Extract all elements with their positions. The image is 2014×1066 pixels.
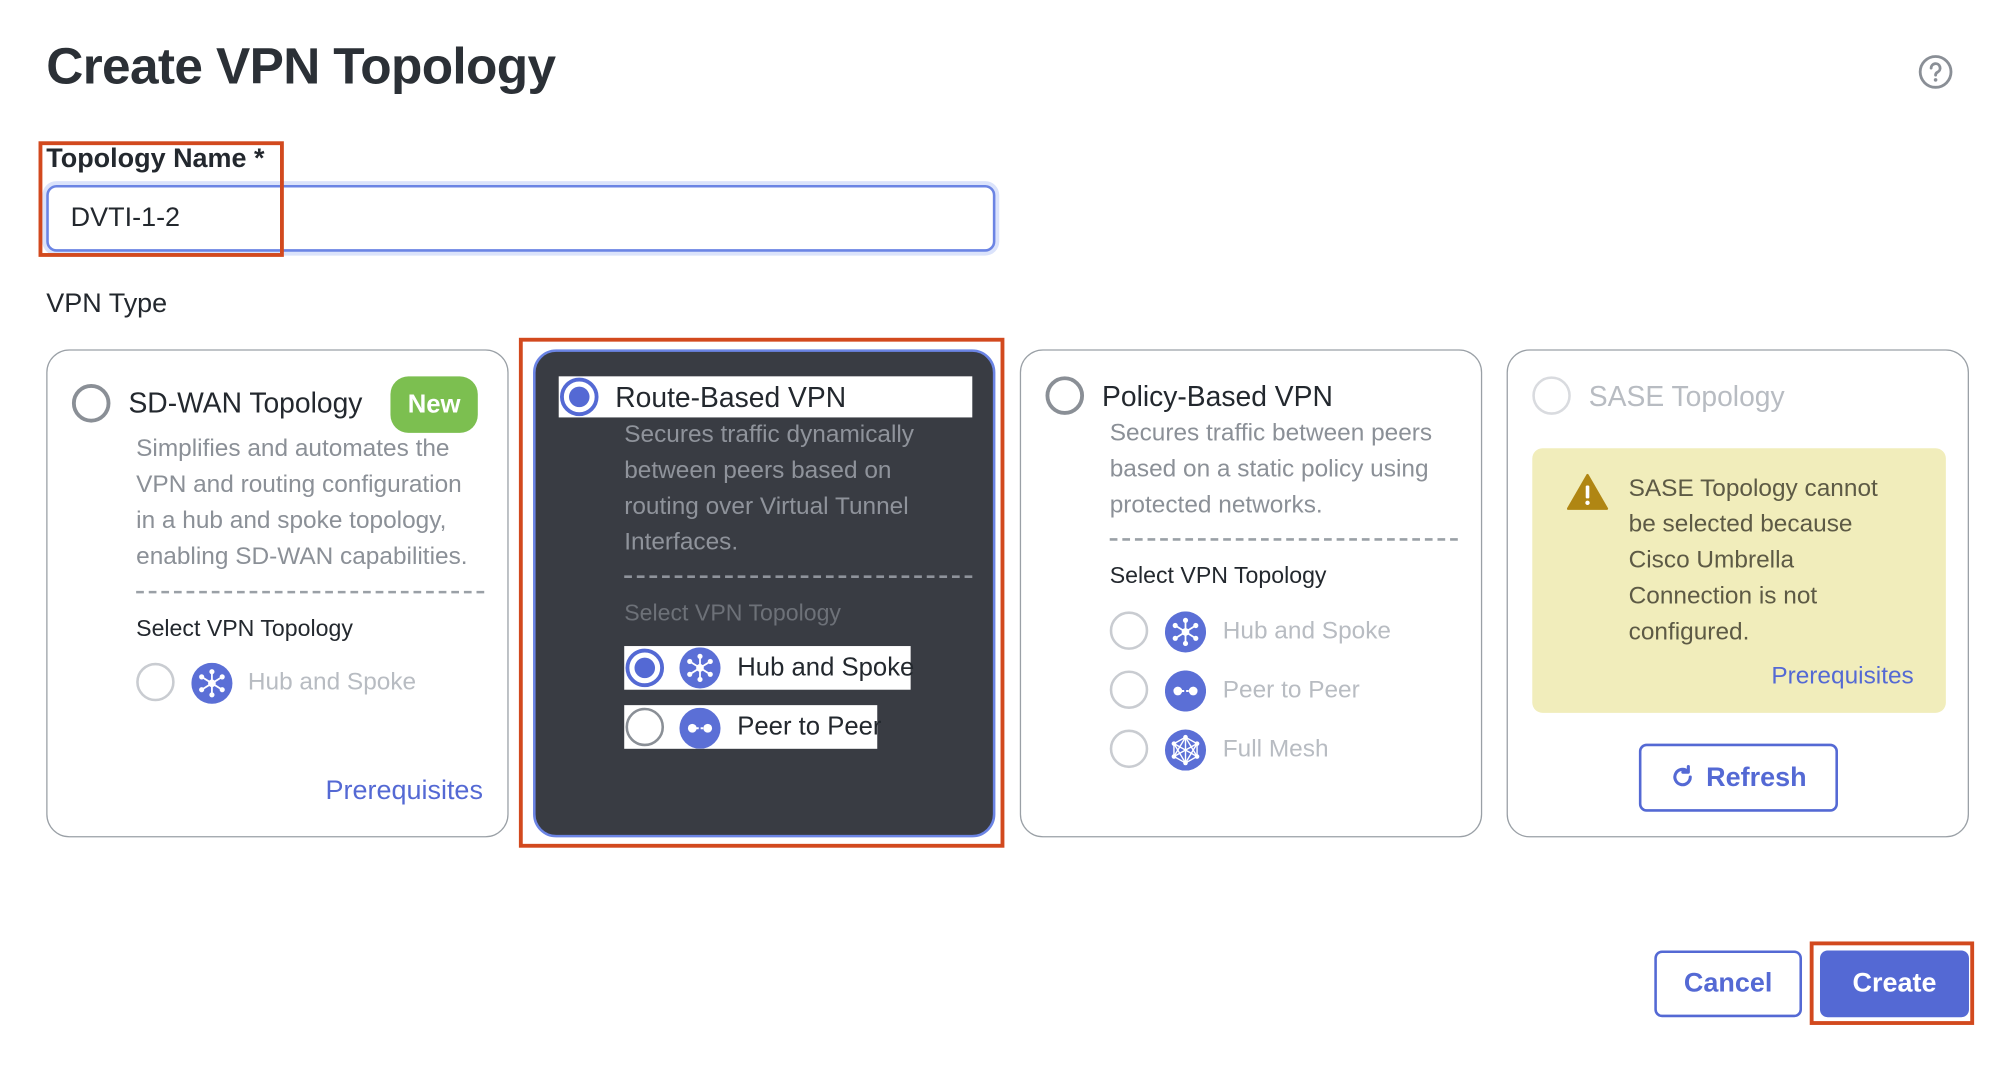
sdwan-topology-card[interactable]: SD-WAN Topology New Simplifies and autom… <box>46 349 509 838</box>
sase-topology-card: SASE Topology SASE Topology cannot be se… <box>1506 349 1969 838</box>
route-based-vpn-title: Route-Based VPN <box>615 381 847 414</box>
refresh-label: Refresh <box>1706 762 1807 792</box>
policy-peer-to-peer-radio <box>1109 670 1149 709</box>
select-vpn-topology-label: Select VPN Topology <box>136 615 353 641</box>
question-circle-icon[interactable] <box>1918 54 1954 90</box>
sase-topology-radio <box>1532 376 1571 415</box>
sdwan-hub-and-spoke-radio <box>136 662 175 702</box>
sase-warning-box: SASE Topology cannot be selected because… <box>1532 448 1946 713</box>
route-based-vpn-card[interactable]: Route-Based VPN Secures traffic dynamica… <box>533 349 996 838</box>
hub-and-spoke-icon <box>679 647 721 689</box>
divider <box>136 590 485 594</box>
topology-name-input[interactable] <box>46 184 996 252</box>
policy-hub-and-spoke-radio <box>1109 611 1149 650</box>
select-vpn-topology-label: Select VPN Topology <box>1109 562 1327 589</box>
cancel-button[interactable]: Cancel <box>1654 950 1803 1018</box>
warning-triangle-icon <box>1566 473 1609 510</box>
hub-and-spoke-icon <box>191 662 233 704</box>
create-button[interactable]: Create <box>1819 950 1969 1018</box>
sdwan-description: Simplifies and automates the VPN and rou… <box>136 435 468 571</box>
sase-prerequisites-link[interactable]: Prerequisites <box>1771 663 1913 691</box>
policy-based-vpn-title: Policy-Based VPN <box>1102 380 1333 413</box>
dialog-title: Create VPN Topology <box>46 38 556 96</box>
sdwan-hub-and-spoke-label: Hub and Spoke <box>247 669 417 697</box>
route-based-vpn-radio[interactable] <box>559 377 599 417</box>
sase-topology-title: SASE Topology <box>1588 380 1785 413</box>
peer-to-peer-icon <box>1164 670 1207 712</box>
vpn-type-label: VPN Type <box>46 288 168 319</box>
divider <box>1109 538 1458 541</box>
policy-peer-to-peer-label: Peer to Peer <box>1222 676 1360 704</box>
divider <box>624 575 973 578</box>
sdwan-topology-title: SD-WAN Topology <box>128 386 363 419</box>
route-hub-and-spoke-label: Hub and Spoke <box>737 653 915 683</box>
policy-full-mesh-radio <box>1109 729 1149 769</box>
policy-hub-and-spoke-label: Hub and Spoke <box>1222 617 1392 645</box>
route-peer-to-peer-radio[interactable] <box>625 707 665 747</box>
sdwan-prerequisites-link[interactable]: Prerequisites <box>326 776 483 807</box>
full-mesh-icon <box>1164 729 1207 771</box>
sdwan-topology-radio[interactable] <box>71 384 111 423</box>
peer-to-peer-icon <box>679 707 721 749</box>
select-vpn-topology-label: Select VPN Topology <box>624 599 842 626</box>
refresh-button[interactable]: Refresh <box>1638 743 1838 812</box>
topology-name-label: Topology Name * <box>46 143 265 174</box>
hub-and-spoke-icon <box>1164 611 1207 653</box>
policy-based-vpn-radio[interactable] <box>1045 376 1085 415</box>
refresh-icon <box>1673 764 1693 786</box>
route-hub-and-spoke-radio[interactable] <box>625 648 665 688</box>
policy-full-mesh-label: Full Mesh <box>1222 735 1329 763</box>
route-based-description: Secures traffic dynamically between peer… <box>624 421 915 557</box>
route-peer-to-peer-label: Peer to Peer <box>737 712 882 742</box>
policy-based-description: Secures traffic between peers based on a… <box>1109 419 1433 519</box>
policy-based-vpn-card[interactable]: Policy-Based VPN Secures traffic between… <box>1019 349 1483 838</box>
sase-warning-text: SASE Topology cannot be selected because… <box>1628 475 1878 647</box>
new-badge: New <box>390 376 478 433</box>
